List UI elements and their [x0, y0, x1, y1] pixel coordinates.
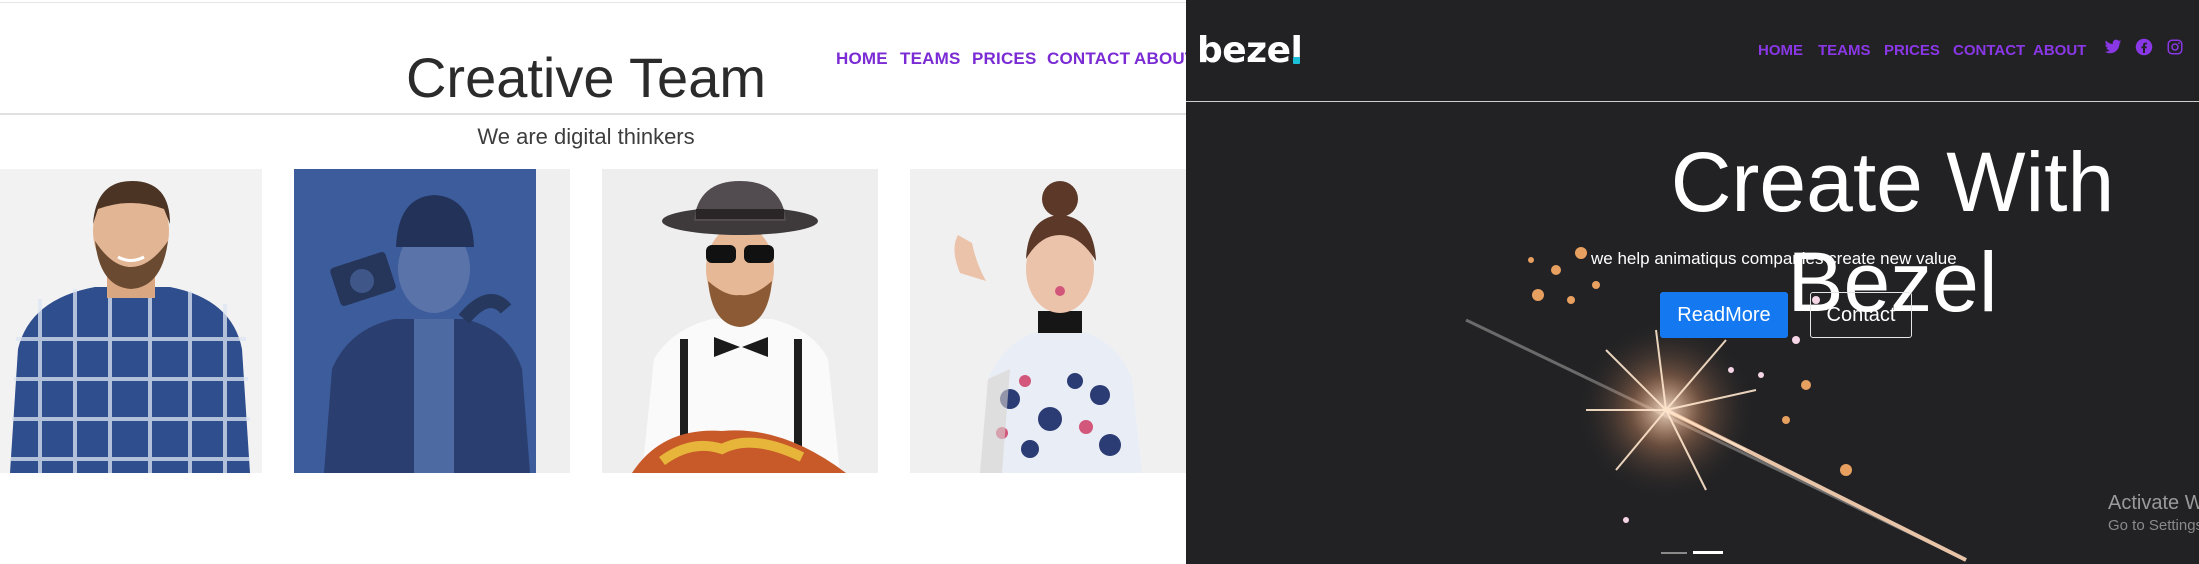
- hero-nav-teams-link[interactable]: TEAMS: [1818, 42, 1871, 59]
- contact-button[interactable]: Contact: [1810, 292, 1912, 338]
- team-member-card[interactable]: [294, 169, 570, 473]
- member-photo: [910, 169, 1186, 473]
- top-border: [0, 2, 1186, 3]
- nav-contact-link[interactable]: CONTACT: [1047, 49, 1130, 69]
- windows-activation-subtitle: Go to Settings: [2108, 517, 2199, 534]
- section-divider: [0, 113, 1186, 115]
- logo-dot: [1293, 57, 1300, 64]
- nav-prices-link[interactable]: PRICES: [972, 49, 1037, 69]
- nav-about-link[interactable]: ABOUT: [1134, 49, 1186, 69]
- hero-section: bezel HOME TEAMS PRICES CONTACT ABOUT Cr…: [1186, 0, 2199, 564]
- header-divider: [1186, 101, 2199, 102]
- hero-nav-home-link[interactable]: HOME: [1758, 42, 1803, 59]
- carousel-indicators[interactable]: [1661, 550, 1731, 556]
- team-member-card[interactable]: [910, 169, 1186, 473]
- twitter-icon[interactable]: [2104, 38, 2122, 56]
- team-member-card[interactable]: [0, 169, 262, 473]
- bezel-logo[interactable]: bezel: [1197, 30, 1303, 71]
- nav-home-link[interactable]: HOME: [836, 49, 888, 69]
- team-member-card[interactable]: [602, 169, 878, 473]
- hero-nav-prices-link[interactable]: PRICES: [1884, 42, 1940, 59]
- hero-subtitle: we help animatiqus companies create new …: [1591, 249, 1957, 268]
- member-photo: [0, 169, 262, 473]
- nav-teams-link[interactable]: TEAMS: [900, 49, 961, 69]
- facebook-icon[interactable]: [2135, 38, 2153, 56]
- readmore-button[interactable]: ReadMore: [1660, 292, 1788, 338]
- team-subtitle: We are digital thinkers: [477, 124, 695, 149]
- hero-nav-contact-link[interactable]: CONTACT: [1953, 42, 2025, 59]
- windows-activation-title: Activate W: [2108, 492, 2199, 514]
- team-section: Creative Team HOME TEAMS PRICES CONTACT …: [0, 0, 1186, 564]
- hero-nav-about-link[interactable]: ABOUT: [2033, 42, 2086, 59]
- instagram-icon[interactable]: [2166, 38, 2184, 56]
- member-photo: [602, 169, 878, 473]
- member-photo: [294, 169, 570, 473]
